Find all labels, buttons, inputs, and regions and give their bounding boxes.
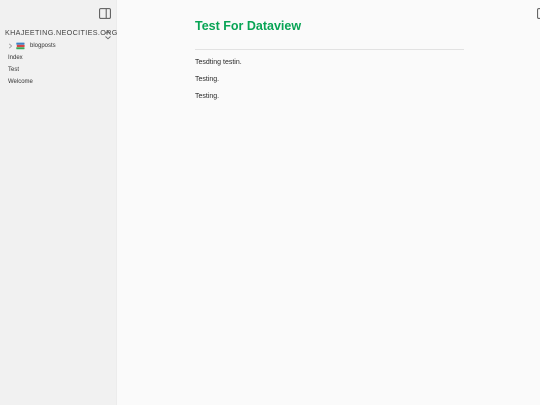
chevron-right-icon bbox=[8, 43, 13, 49]
note-view: Test For Dataview Tesdting testin. Testi… bbox=[117, 0, 540, 405]
sidebar: KHAJEETING.NEOCITIES.ORG blogposts Index… bbox=[0, 0, 117, 405]
tree-file-test[interactable]: Test bbox=[0, 64, 117, 76]
tree-file-label: Test bbox=[8, 67, 20, 73]
tree-file-label: Welcome bbox=[8, 79, 33, 85]
paragraph: Testing. bbox=[195, 93, 220, 100]
tree-file-welcome[interactable]: Welcome bbox=[0, 76, 117, 88]
vault-name: KHAJEETING.NEOCITIES.ORG bbox=[5, 27, 118, 37]
title-divider bbox=[195, 49, 464, 50]
chevron-up-down-icon bbox=[104, 27, 112, 40]
tree-file-label: Index bbox=[8, 55, 23, 61]
paragraph: Tesdting testin. bbox=[195, 59, 242, 66]
page-title: Test For Dataview bbox=[195, 19, 302, 33]
sidebar-panel-icon[interactable] bbox=[99, 6, 111, 19]
books-icon bbox=[16, 42, 25, 50]
tree-folder-blogposts[interactable]: blogposts bbox=[0, 40, 117, 52]
tree-file-index[interactable]: Index bbox=[0, 52, 117, 64]
tree-folder-label: blogposts bbox=[30, 43, 56, 49]
vault-switcher[interactable]: KHAJEETING.NEOCITIES.ORG bbox=[5, 27, 117, 40]
file-tree: blogposts Index Test Welcome bbox=[0, 40, 117, 88]
paragraph: Testing. bbox=[195, 76, 220, 83]
app-window: KHAJEETING.NEOCITIES.ORG blogposts Index… bbox=[0, 0, 540, 405]
